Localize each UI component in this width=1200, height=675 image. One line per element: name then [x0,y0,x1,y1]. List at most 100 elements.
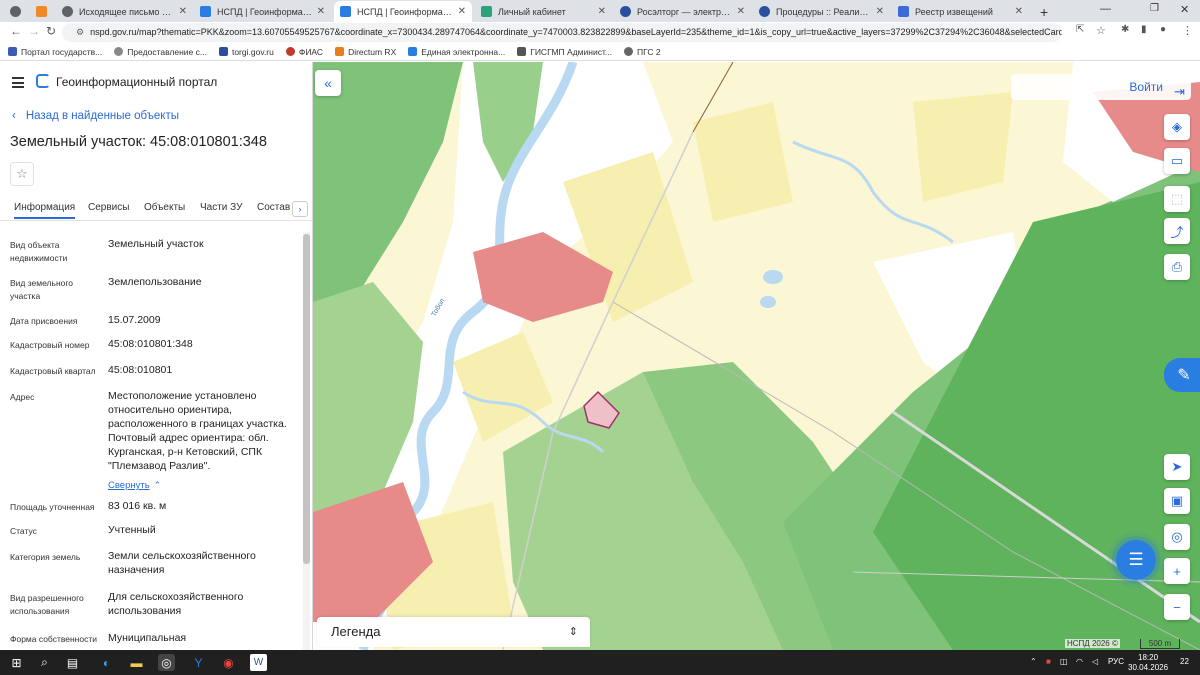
bookmark-item[interactable]: ГИСГМП Админист... [517,47,612,57]
file-explorer-icon[interactable]: ▬ [128,654,145,671]
menu-icon[interactable] [12,77,24,91]
search-icon[interactable]: ⌕ [36,654,53,671]
keyboard-language[interactable]: РУС [1108,657,1124,666]
print-icon[interactable]: ⎙ [1164,254,1190,280]
yandex-icon[interactable]: Y [190,654,207,671]
url-input[interactable]: ⚙ nspd.gov.ru/map?thematic=PKK&zoom=13.60… [62,23,1062,42]
browser-tab-strip: Исходящее письмо для ФАС✕ НСПД | Геоинфо… [0,0,1200,22]
sidebar-icon[interactable]: ▮ [1141,24,1147,35]
bookmark-item[interactable]: Единая электронна... [408,47,505,57]
task-view-icon[interactable]: ▤ [64,654,81,671]
chat-button[interactable]: ☰ [1116,540,1156,580]
close-tab-icon[interactable]: ✕ [876,6,884,17]
tray-chevron-icon[interactable]: ⌃ [1030,657,1037,666]
profile-icon[interactable]: ● [1160,24,1166,35]
tray-app-icon[interactable]: ■ [1046,657,1051,666]
bookmark-item[interactable]: Предоставление с... [114,47,207,57]
menu-dots-icon[interactable]: ⋮ [1182,24,1193,37]
back-to-results-link[interactable]: ‹ Назад в найденные объекты [12,110,179,122]
site-info-icon[interactable]: ⚙ [76,27,84,37]
edge-icon[interactable]: ◐ [98,654,115,671]
tray-volume-icon[interactable]: ◁ [1092,657,1098,666]
favorite-star-button[interactable]: ☆ [10,162,34,186]
extensions-icon[interactable]: ✱ [1121,24,1129,35]
tab-favicon [10,6,21,17]
bookmark-item[interactable]: ФИАС [285,47,323,57]
zoom-in-button[interactable]: + [1164,558,1190,584]
scale-bar: 500 m [1140,639,1180,649]
geolocate-icon[interactable]: ➤ [1164,454,1190,480]
bookmark-item[interactable]: torgi.gov.ru [218,47,274,57]
search-location-icon[interactable]: ◎ [1164,524,1190,550]
tabs-scroll-right-button[interactable]: › [292,201,308,217]
tab-objects[interactable]: Объекты [144,202,185,213]
tab-favicon [620,6,631,17]
tab-services[interactable]: Сервисы [88,202,129,213]
notifications-badge[interactable]: 22 [1180,657,1189,666]
forward-arrow-icon[interactable]: → [28,24,40,38]
new-tab-button[interactable]: + [1034,1,1058,22]
browser-tab[interactable]: Реестр извещений ✕ [892,1,1029,22]
chrome-icon[interactable]: ◉ [220,654,237,671]
close-tab-icon[interactable]: ✕ [1015,6,1023,17]
back-arrow-icon[interactable]: ← [10,24,22,38]
share-icon[interactable]: ⇱ [1076,24,1084,35]
bookmark-item[interactable]: Портал государств... [8,47,102,57]
close-tab-icon[interactable]: ✕ [737,6,745,17]
expand-collapse-icon: ⇕ [568,626,578,638]
login-button[interactable]: Войти ⇥ [1011,74,1191,100]
bookmark-icon [218,47,228,56]
attr-label: Форма собственности [10,634,97,644]
browser-tab-active[interactable]: НСПД | Геоинформационны...✕ [334,1,472,22]
tray-wifi-icon[interactable]: ◠ [1076,657,1083,666]
attr-value: Земли сельскохозяйственного назначения [108,550,256,576]
attr-value: 83 016 кв. м [108,500,167,512]
share-map-icon[interactable]: ⤴ [1164,218,1190,244]
bookmark-item[interactable]: Directum RX [335,47,396,57]
browser-tab[interactable] [30,1,56,22]
side-widget-icon[interactable]: ✎ [1164,358,1200,392]
word-icon[interactable]: W [250,654,267,671]
ruler-icon[interactable]: ▭ [1164,148,1190,174]
close-tab-icon[interactable]: ✕ [598,6,606,17]
minimap-icon[interactable]: ▣ [1164,488,1190,514]
attr-label: Вид земельного участка [10,278,74,301]
reload-icon[interactable]: ↻ [46,24,56,38]
map-canvas[interactable]: Тобол « Войти ⇥ ◈ ▭ ⬚ ⤴ ⎙ ✎ ➤ ▣ ◎ + − ☰ Л… [313,62,1200,650]
close-tab-icon[interactable]: ✕ [458,6,466,17]
bookmark-star-icon[interactable]: ☆ [1096,24,1106,37]
tab-land-parts[interactable]: Части ЗУ [200,202,242,213]
browser-tab[interactable]: Личный кабинет ✕ [475,1,612,22]
select-area-icon[interactable]: ⬚ [1164,186,1190,212]
tray-network-icon[interactable]: ◫ [1060,657,1068,666]
collapse-panel-button[interactable]: « [315,70,341,96]
browser-tab[interactable] [4,1,30,22]
bookmark-icon [285,47,295,56]
map-layers: Тобол [313,62,1200,650]
windows-start-icon[interactable]: ⊞ [8,654,25,671]
layers-icon[interactable]: ◈ [1164,114,1190,140]
bookmark-icon [408,47,418,56]
tab-favicon [481,6,492,17]
bookmark-item[interactable]: ПГС 2 [623,47,661,57]
close-tab-icon[interactable]: ✕ [317,6,325,17]
close-tab-icon[interactable]: ✕ [179,6,187,17]
minimize-icon[interactable]: — [1100,3,1111,15]
tab-composition[interactable]: Состав [257,202,290,213]
browser-tab[interactable]: НСПД | Геоинформационны...✕ [194,1,331,22]
chevron-left-icon: ‹ [12,110,16,122]
panel-scrollbar-thumb[interactable] [303,234,310,564]
maximize-icon[interactable]: ❐ [1150,3,1159,14]
attr-value: 45:08:010801:348 [108,338,193,350]
browser-tab[interactable]: Исходящее письмо для ФАС✕ [56,1,193,22]
browser-tab[interactable]: Процедуры :: Реализация гос✕ [753,1,890,22]
browser-tab[interactable]: Росэлторг — электронная то✕ [614,1,751,22]
collapse-address-link[interactable]: Свернуть ⌃ [108,475,161,493]
close-window-icon[interactable]: ✕ [1180,3,1189,16]
zoom-out-button[interactable]: − [1164,594,1190,620]
tab-info[interactable]: Информация [14,202,76,219]
attr-value: Земельный участок [108,238,204,250]
browser-app-icon[interactable]: ◎ [158,654,175,671]
system-clock[interactable]: 18:20 30.04.2026 [1128,653,1168,673]
legend-toggle[interactable]: Легенда ⇕ [317,617,590,647]
